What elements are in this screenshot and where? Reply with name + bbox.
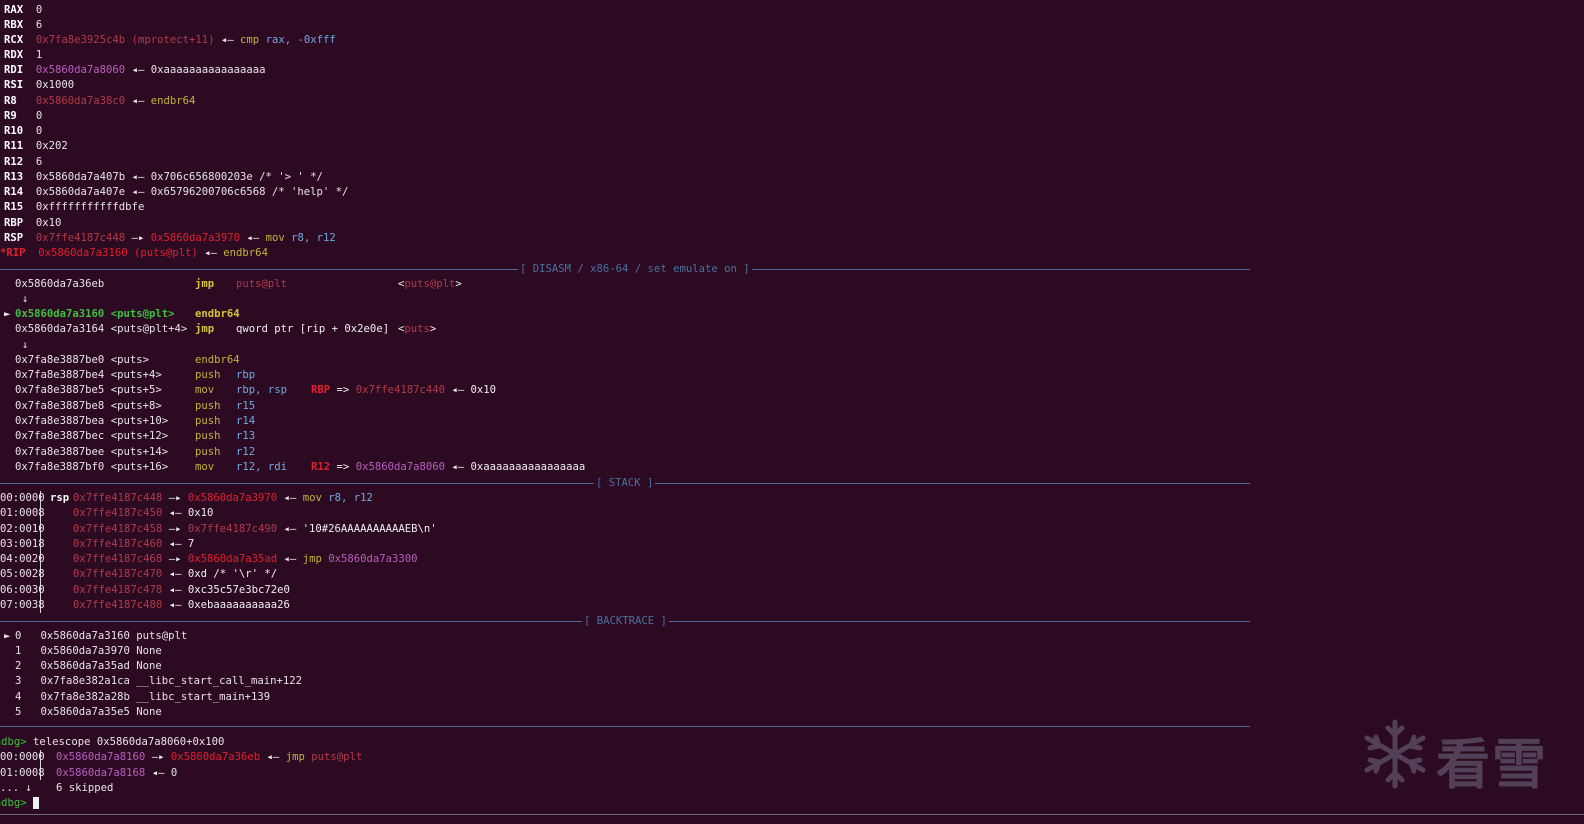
- backtrace-frame: 0 0x5860da7a3160 puts@plt: [15, 630, 188, 642]
- stack-value: 0x7ffe4187c480 ◂— 0xebaaaaaaaaaa26: [73, 599, 290, 611]
- register-rcx: RCX 0x7fa8e3925c4b (mprotect+11) ◂— cmp …: [4, 34, 336, 46]
- disasm-line: 0x7fa8e3887be8 <puts+8>: [15, 400, 162, 412]
- stack-value: 0x7ffe4187c450 ◂— 0x10: [73, 507, 214, 519]
- disasm-operand: qword ptr [rip + 0x2e0e]: [236, 323, 390, 335]
- disasm-mnemonic: endbr64: [195, 354, 240, 366]
- stack-row: 01:0008: [0, 507, 45, 519]
- stack-value: 0x7ffe4187c458 —▸ 0x7ffe4187c490 ◂— '10#…: [73, 523, 437, 535]
- stack-value: 0x7ffe4187c460 ◂— 7: [73, 538, 195, 550]
- disasm-mnemonic: mov: [195, 384, 215, 396]
- disasm-line: 0x5860da7a3164 <puts@plt+4>: [15, 323, 188, 335]
- register-rax: RAX 0: [4, 4, 43, 16]
- disasm-line: 0x7fa8e3887bee <puts+14>: [15, 446, 169, 458]
- disasm-line: 0x7fa8e3887bf0 <puts+16>: [15, 461, 169, 473]
- down-arrow-icon: ↓: [22, 339, 29, 351]
- disasm-operand: rbp, rsp: [236, 384, 288, 396]
- stack-header: [ STACK ]: [0, 476, 1250, 491]
- disasm-comment: RBP => 0x7ffe4187c440 ◂— 0x10: [311, 384, 497, 396]
- backtrace-frame: 4 0x7fa8e382a28b __libc_start_main+139: [15, 691, 271, 703]
- disasm-mnemonic: jmp: [195, 278, 215, 290]
- stack-row: 00:0000: [0, 492, 45, 504]
- disasm-comment: <puts>: [398, 323, 437, 335]
- stack-value: 0x7ffe4187c448 —▸ 0x5860da7a3970 ◂— mov …: [73, 492, 373, 504]
- disasm-current-line: 0x5860da7a3160 <puts@plt>: [15, 308, 175, 320]
- disasm-operand: rbp: [236, 369, 256, 381]
- kanxue-watermark: 看雪: [1360, 718, 1550, 796]
- stack-row: 06:0030: [0, 584, 45, 596]
- disasm-operand: r15: [236, 400, 256, 412]
- backtrace-current-marker: ►: [4, 630, 11, 642]
- disasm-operand: r14: [236, 415, 256, 427]
- register-r9: R9 0: [4, 110, 43, 122]
- disasm-line: 0x7fa8e3887bea <puts+10>: [15, 415, 169, 427]
- backtrace-header: [ BACKTRACE ]: [0, 614, 1250, 629]
- command-prompt[interactable]: pwndbg>: [0, 796, 40, 811]
- register-rbp: RBP 0x10: [4, 217, 62, 229]
- stack-value: 0x7ffe4187c470 ◂— 0xd /* '\r' */: [73, 568, 278, 580]
- register-rbx: RBX 6: [4, 19, 43, 31]
- disasm-mnemonic: push: [195, 400, 221, 412]
- prompt: pwndbg>: [0, 736, 27, 748]
- register-r10: R10 0: [4, 125, 43, 137]
- register-r13: R13 0x5860da7a407b ◂— 0x706c656800203e /…: [4, 171, 323, 183]
- disasm-mnemonic: push: [195, 430, 221, 442]
- disasm-mnemonic: push: [195, 369, 221, 381]
- stack-row: 02:0010: [0, 523, 45, 535]
- disasm-line: 0x7fa8e3887be5 <puts+5>: [15, 384, 162, 396]
- stack-tag: rsp: [50, 492, 70, 504]
- register-rdi: RDI 0x5860da7a8060 ◂— 0xaaaaaaaaaaaaaaaa: [4, 64, 266, 76]
- disasm-comment: R12 => 0x5860da7a8060 ◂— 0xaaaaaaaaaaaaa…: [311, 461, 586, 473]
- disasm-operand: r12: [236, 446, 256, 458]
- telescope-value: 0x5860da7a8168 ◂— 0: [56, 767, 178, 779]
- bottom-border: [0, 814, 1584, 815]
- disasm-mnemonic: mov: [195, 461, 215, 473]
- register-rip: *RIP 0x5860da7a3160 (puts@plt) ◂— endbr6…: [0, 247, 268, 259]
- register-r15: R15 0xfffffffffffdbfe: [4, 201, 145, 213]
- disasm-line: 0x7fa8e3887be0 <puts>: [15, 354, 149, 366]
- disasm-header: [ DISASM / x86-64 / set emulate on ]: [0, 262, 1250, 277]
- telescope-skip: ... ↓: [0, 782, 32, 794]
- register-rsi: RSI 0x1000: [4, 79, 75, 91]
- register-r8: R8 0x5860da7a38c0 ◂— endbr64: [4, 95, 196, 107]
- register-r14: R14 0x5860da7a407e ◂— 0x65796200706c6568…: [4, 186, 349, 198]
- stack-row: 07:0038: [0, 599, 45, 611]
- disasm-line: 0x5860da7a36eb: [15, 278, 105, 290]
- backtrace-frame: 1 0x5860da7a3970 None: [15, 645, 162, 657]
- down-arrow-icon: ↓: [22, 293, 29, 305]
- disasm-comment: <puts@plt>: [398, 278, 462, 290]
- disasm-operand: puts@plt: [236, 278, 288, 290]
- telescope-value: 0x5860da7a8160 —▸ 0x5860da7a36eb ◂— jmp …: [56, 751, 363, 763]
- register-rdx: RDX 1: [4, 49, 43, 61]
- stack-row: 03:0018: [0, 538, 45, 550]
- snowflake-icon: [1364, 719, 1426, 789]
- disasm-line: 0x7fa8e3887bec <puts+12>: [15, 430, 169, 442]
- section-divider: [0, 726, 1250, 727]
- telescope-skip-text: 6 skipped: [56, 782, 114, 794]
- disasm-line: 0x7fa8e3887be4 <puts+4>: [15, 369, 162, 381]
- disasm-mnemonic: jmp: [195, 323, 215, 335]
- disasm-operand: r12, rdi: [236, 461, 288, 473]
- stack-row: 04:0020: [0, 553, 45, 565]
- backtrace-frame: 2 0x5860da7a35ad None: [15, 660, 162, 672]
- disasm-mnemonic: push: [195, 446, 221, 458]
- backtrace-frame: 3 0x7fa8e382a1ca __libc_start_call_main+…: [15, 675, 303, 687]
- cursor-icon: [33, 797, 40, 809]
- stack-value: 0x7ffe4187c468 —▸ 0x5860da7a35ad ◂— jmp …: [73, 553, 418, 565]
- disasm-current-marker: ►: [4, 308, 11, 320]
- watermark-text: 看雪: [1436, 733, 1548, 796]
- stack-value: 0x7ffe4187c478 ◂— 0xc35c57e3bc72e0: [73, 584, 290, 596]
- stack-row: 05:0028: [0, 568, 45, 580]
- disasm-mnemonic: push: [195, 415, 221, 427]
- telescope-row: 00:0000: [0, 751, 45, 763]
- telescope-row: 01:0008: [0, 767, 45, 779]
- disasm-operand: r13: [236, 430, 256, 442]
- register-rsp: RSP 0x7ffe4187c448 —▸ 0x5860da7a3970 ◂— …: [4, 232, 336, 244]
- register-r12: R12 6: [4, 156, 43, 168]
- command-line[interactable]: pwndbg> telescope 0x5860da7a8060+0x100: [0, 735, 224, 750]
- disasm-mnemonic: endbr64: [195, 308, 240, 320]
- backtrace-frame: 5 0x5860da7a35e5 None: [15, 706, 162, 718]
- register-r11: R11 0x202: [4, 140, 68, 152]
